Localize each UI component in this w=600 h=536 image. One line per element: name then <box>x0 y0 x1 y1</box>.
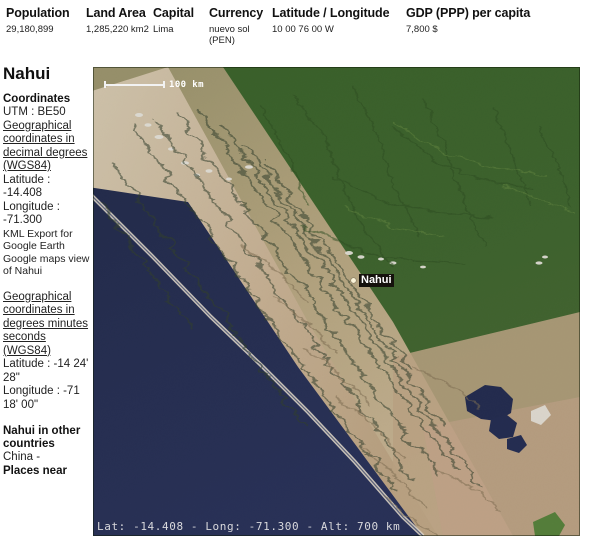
other-countries-list[interactable]: China - <box>3 451 91 465</box>
decimal-degrees-link[interactable]: Geographical coordinates in decimal degr… <box>3 120 91 174</box>
fact-label-lat-long: Latitude / Longitude <box>272 6 389 21</box>
kml-export-link[interactable]: KML Export for Google Earth <box>3 228 91 253</box>
dms-latitude: Latitude : -14 24' 28" <box>3 358 91 385</box>
fact-label-currency: Currency <box>209 6 267 21</box>
fact-label-land-area: Land Area <box>86 6 149 21</box>
fact-value-lat-long: 10 00 76 00 W <box>272 24 382 35</box>
other-countries-heading: Nahui in other countries <box>3 425 91 451</box>
satellite-map[interactable]: 100 km Nahui Lat: -14.408 - Long: -71.30… <box>93 67 580 536</box>
dms-longitude: Longitude : -71 18' 00" <box>3 385 91 412</box>
coordinates-heading: Coordinates <box>3 93 91 106</box>
google-maps-view-link[interactable]: Google maps view of Nahui <box>3 253 91 278</box>
fact-column-capital: Capital Lima <box>153 6 194 35</box>
fact-column-population: Population 29,180,899 <box>6 6 70 35</box>
satellite-map-image[interactable] <box>93 67 580 536</box>
fact-value-capital: Lima <box>153 24 194 35</box>
place-info-sidebar: Nahui Coordinates UTM : BE50 Geographica… <box>3 64 91 536</box>
fact-value-land-area: 1,285,220 km2 <box>86 24 149 35</box>
utm-value: UTM : BE50 <box>3 106 91 120</box>
fact-column-currency: Currency nuevo sol (PEN) <box>209 6 267 46</box>
fact-label-capital: Capital <box>153 6 194 21</box>
places-near-heading: Places near <box>3 465 91 478</box>
country-facts-strip: Population 29,180,899 Land Area 1,285,22… <box>0 0 600 58</box>
fact-column-land-area: Land Area 1,285,220 km2 <box>86 6 149 35</box>
fact-value-currency: nuevo sol (PEN) <box>209 24 267 46</box>
decimal-longitude: Longitude : -71.300 <box>3 201 91 228</box>
dms-degrees-link[interactable]: Geographical coordinates in degrees minu… <box>3 291 91 359</box>
fact-label-gdp: GDP (PPP) per capita <box>406 6 530 21</box>
fact-column-lat-long: Latitude / Longitude 10 00 76 00 W <box>272 6 389 35</box>
fact-label-population: Population <box>6 6 70 21</box>
fact-value-population: 29,180,899 <box>6 24 70 35</box>
page-title: Nahui <box>3 64 91 84</box>
decimal-latitude: Latitude : -14.408 <box>3 174 91 201</box>
fact-value-gdp: 7,800 $ <box>406 24 516 35</box>
fact-column-gdp: GDP (PPP) per capita 7,800 $ <box>406 6 530 35</box>
